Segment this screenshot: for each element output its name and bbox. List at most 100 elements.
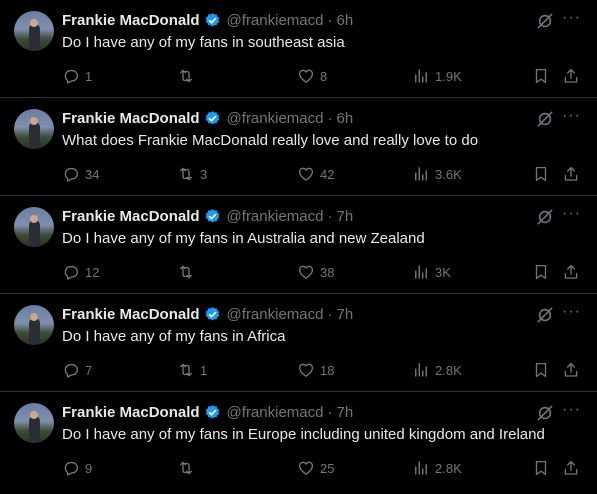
tweet-timestamp[interactable]: 6h [336, 12, 353, 29]
retweet-button[interactable] [177, 262, 200, 282]
more-icon[interactable]: ··· [562, 205, 581, 223]
author-name[interactable]: Frankie MacDonald [62, 12, 200, 29]
views-icon [415, 363, 427, 377]
share-icon [564, 460, 578, 475]
grok-icon[interactable] [535, 11, 555, 31]
view-count: 2.8K [435, 362, 462, 378]
like-count: 25 [320, 460, 335, 476]
author-handle[interactable]: @frankiemacd [227, 110, 324, 127]
share-button[interactable] [562, 360, 580, 380]
reply-button[interactable]: 1 [62, 66, 92, 86]
grok-icon[interactable] [535, 207, 555, 227]
share-icon [564, 166, 578, 181]
bookmark-button[interactable] [532, 262, 550, 282]
retweet-button[interactable] [177, 66, 200, 86]
bookmark-icon [535, 264, 547, 280]
bookmark-button[interactable] [532, 458, 550, 478]
bookmark-button[interactable] [532, 360, 550, 380]
tweet-header: Frankie MacDonald @frankiemacd · 6h [62, 11, 353, 29]
reply-count: 7 [85, 362, 93, 378]
bookmark-icon [535, 362, 547, 378]
author-handle[interactable]: @frankiemacd [227, 404, 324, 421]
avatar[interactable] [14, 403, 54, 443]
reply-button[interactable]: 34 [62, 164, 99, 184]
reply-button[interactable]: 7 [62, 360, 92, 380]
author-name[interactable]: Frankie MacDonald [62, 404, 200, 421]
tweet-timestamp[interactable]: 7h [336, 306, 353, 323]
tweet-timestamp[interactable]: 6h [336, 110, 353, 127]
like-count: 18 [320, 362, 335, 378]
more-icon[interactable]: ··· [562, 303, 581, 321]
share-button[interactable] [562, 262, 580, 282]
tweet[interactable]: Frankie MacDonald @frankiemacd · 7h ··· … [0, 392, 597, 490]
like-button[interactable]: 42 [297, 164, 334, 184]
timeline-feed: Frankie MacDonald @frankiemacd · 6h ··· … [0, 0, 597, 490]
bookmark-button[interactable] [532, 164, 550, 184]
tweet[interactable]: Frankie MacDonald @frankiemacd · 6h ··· … [0, 98, 597, 196]
view-count: 3.6K [435, 166, 462, 182]
views-button[interactable]: 1.9K [412, 66, 462, 86]
like-button[interactable]: 25 [297, 458, 334, 478]
like-button[interactable]: 38 [297, 262, 334, 282]
verified-badge-icon [205, 110, 219, 125]
avatar[interactable] [14, 109, 54, 149]
more-icon[interactable]: ··· [562, 401, 581, 419]
more-icon[interactable]: ··· [562, 107, 581, 125]
tweet-text: What does Frankie MacDonald really love … [62, 132, 479, 149]
author-handle[interactable]: @frankiemacd [227, 208, 324, 225]
views-button[interactable]: 2.8K [412, 360, 462, 380]
author-name[interactable]: Frankie MacDonald [62, 208, 200, 225]
like-count: 38 [320, 264, 335, 280]
author-handle[interactable]: @frankiemacd [227, 12, 324, 29]
views-icon [415, 265, 427, 279]
retweet-icon [180, 69, 192, 83]
reply-icon [64, 167, 79, 182]
author-name[interactable]: Frankie MacDonald [62, 306, 200, 323]
share-button[interactable] [562, 164, 580, 184]
tweet-actions: 1 8 1.9K [62, 66, 582, 86]
retweet-button[interactable] [177, 458, 200, 478]
avatar[interactable] [14, 11, 54, 51]
reply-button[interactable]: 9 [62, 458, 92, 478]
share-button[interactable] [562, 458, 580, 478]
like-count: 8 [320, 68, 328, 84]
avatar[interactable] [14, 305, 54, 345]
like-icon [298, 69, 314, 83]
tweet-text: Do I have any of my fans in Africa [62, 328, 286, 345]
separator-dot: · [327, 109, 333, 127]
author-handle[interactable]: @frankiemacd [227, 306, 324, 323]
share-button[interactable] [562, 66, 580, 86]
like-button[interactable]: 18 [297, 360, 334, 380]
grok-icon[interactable] [535, 403, 555, 423]
reply-count: 9 [85, 460, 93, 476]
retweet-button[interactable]: 3 [177, 164, 207, 184]
avatar[interactable] [14, 207, 54, 247]
views-button[interactable]: 3K [412, 262, 451, 282]
tweet-header: Frankie MacDonald @frankiemacd · 6h [62, 109, 353, 127]
tweet[interactable]: Frankie MacDonald @frankiemacd · 7h ··· … [0, 294, 597, 392]
tweet-header: Frankie MacDonald @frankiemacd · 7h [62, 403, 353, 421]
reply-button[interactable]: 12 [62, 262, 99, 282]
views-button[interactable]: 3.6K [412, 164, 462, 184]
separator-dot: · [327, 207, 333, 225]
like-button[interactable]: 8 [297, 66, 327, 86]
tweet-header: Frankie MacDonald @frankiemacd · 7h [62, 305, 353, 323]
retweet-button[interactable]: 1 [177, 360, 207, 380]
tweet-timestamp[interactable]: 7h [336, 404, 353, 421]
bookmark-button[interactable] [532, 66, 550, 86]
tweet-actions: 9 25 2.8K [62, 458, 582, 478]
tweet[interactable]: Frankie MacDonald @frankiemacd · 7h ··· … [0, 196, 597, 294]
more-icon[interactable]: ··· [562, 9, 581, 27]
views-icon [415, 69, 427, 83]
grok-icon[interactable] [535, 109, 555, 129]
author-name[interactable]: Frankie MacDonald [62, 110, 200, 127]
tweet[interactable]: Frankie MacDonald @frankiemacd · 6h ··· … [0, 0, 597, 98]
views-button[interactable]: 2.8K [412, 458, 462, 478]
bookmark-icon [535, 166, 547, 182]
share-icon [564, 362, 578, 377]
like-count: 42 [320, 166, 335, 182]
grok-icon[interactable] [535, 305, 555, 325]
verified-badge-icon [205, 208, 219, 223]
tweet-text: Do I have any of my fans in Australia an… [62, 230, 425, 247]
tweet-timestamp[interactable]: 7h [336, 208, 353, 225]
